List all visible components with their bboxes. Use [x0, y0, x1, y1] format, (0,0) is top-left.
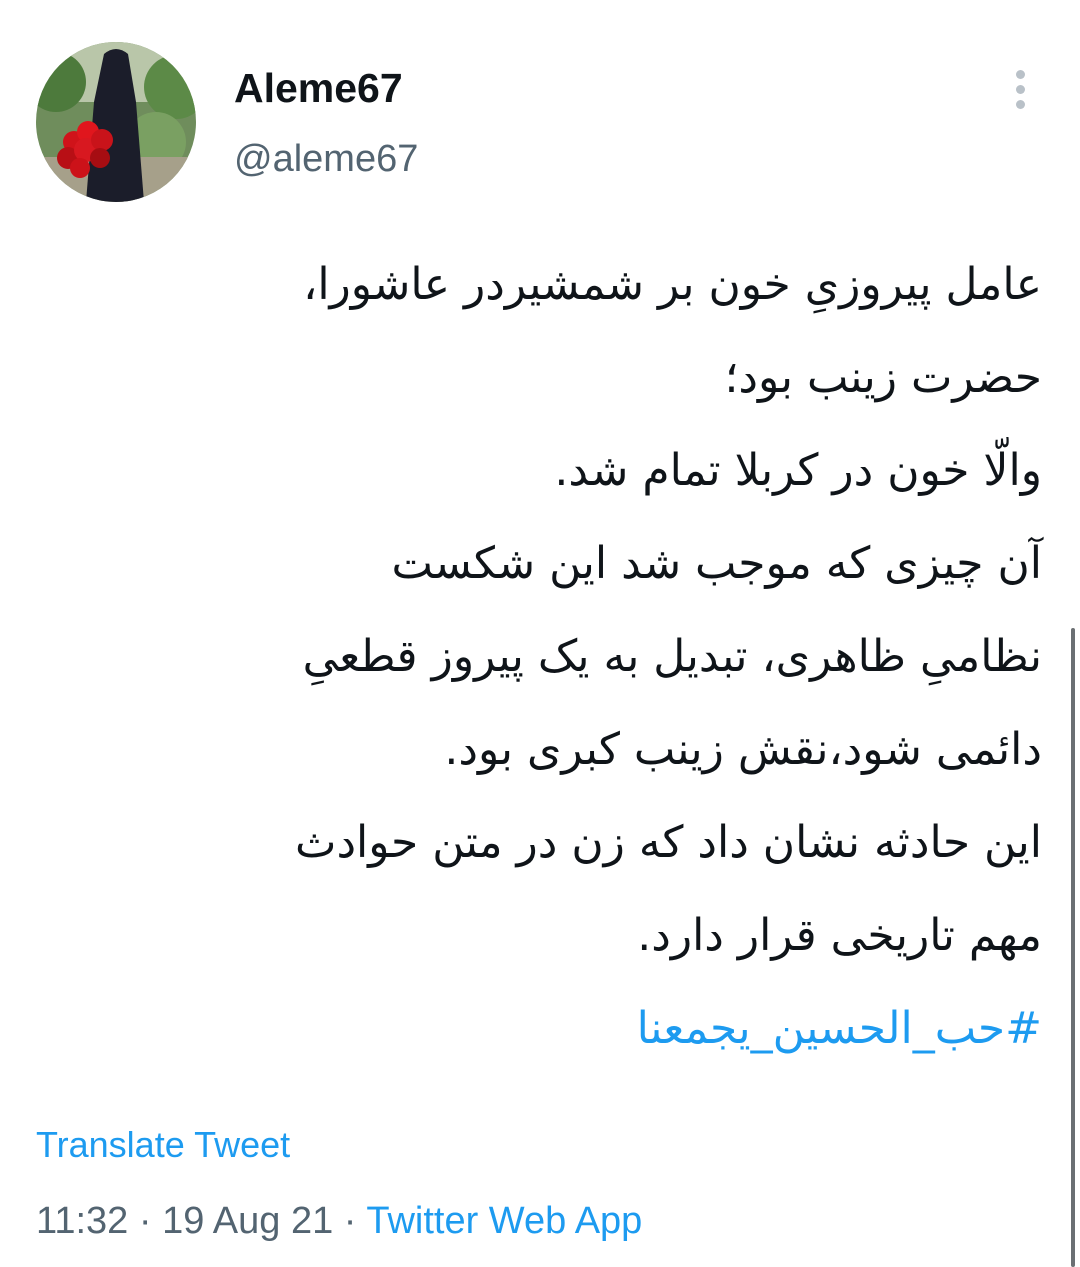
- tweet-line: آن چیزی که موجب شد این شکست: [391, 538, 1042, 589]
- more-options-button[interactable]: [1002, 64, 1038, 114]
- user-handle[interactable]: @aleme67: [234, 134, 418, 184]
- tweet-line: عامل پیروزیِ خون بر شمشیردر عاشورا،: [303, 259, 1042, 310]
- tweet-line: والّا خون در کربلا تمام شد.: [554, 445, 1042, 496]
- tweet-line: حضرت زینب بود؛: [724, 352, 1042, 403]
- display-name[interactable]: Aleme67: [234, 62, 403, 114]
- tweet-date[interactable]: 19 Aug 21: [162, 1200, 333, 1242]
- meta-separator: ·: [333, 1200, 367, 1242]
- tweet-time[interactable]: 11:32: [36, 1200, 128, 1242]
- tweet-source-link[interactable]: Twitter Web App: [366, 1200, 642, 1242]
- tweet-text: عامل پیروزیِ خون بر شمشیردر عاشورا، حضرت…: [42, 238, 1042, 1075]
- translate-tweet-link[interactable]: Translate Tweet: [36, 1122, 290, 1168]
- tweet-line: نظامیِ ظاهری، تبدیل به یک پیروز قطعیِ: [302, 631, 1042, 682]
- tweet-line: مهم تاریخی قرار دارد.: [637, 910, 1042, 961]
- more-vertical-icon: [1015, 69, 1025, 79]
- more-vertical-icon: [1015, 99, 1025, 109]
- meta-separator: ·: [128, 1200, 163, 1242]
- tweet-line: این حادثه نشان داد که زن در متن حوادث: [295, 817, 1042, 868]
- more-vertical-icon: [1015, 84, 1025, 94]
- profile-photo: [36, 42, 196, 202]
- tweet-line: دائمی شود،نقش زینب کبری بود.: [444, 724, 1042, 775]
- tweet-meta: 11:32 · 19 Aug 21 · Twitter Web App: [36, 1196, 642, 1246]
- avatar[interactable]: [36, 42, 196, 202]
- scrollbar[interactable]: [1071, 628, 1075, 1267]
- hashtag-link[interactable]: #حب_الحسین_یجمعنا: [42, 982, 1042, 1075]
